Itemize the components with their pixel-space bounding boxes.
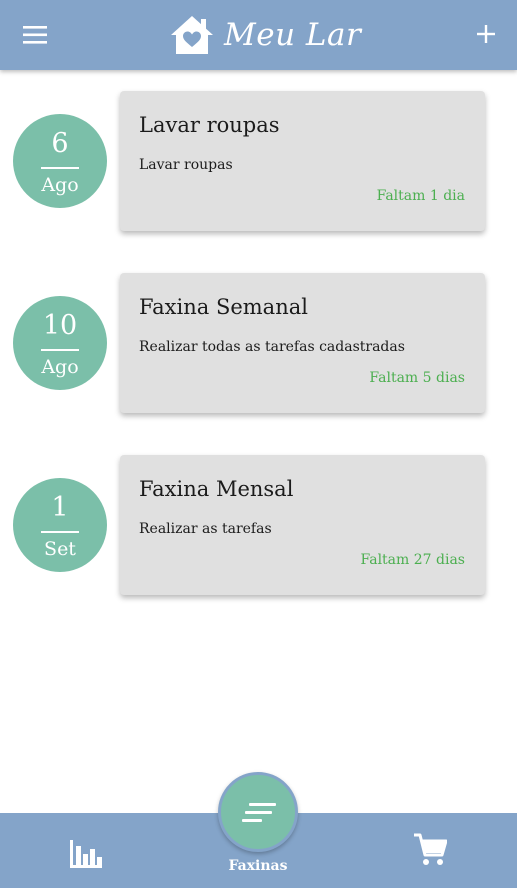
- task-description: Realizar as tarefas: [139, 521, 272, 537]
- faxinas-tab-label[interactable]: Faxinas: [208, 858, 308, 874]
- date-day: 6: [51, 128, 69, 159]
- task-title: Lavar roupas: [139, 113, 280, 137]
- app-title: Meu Lar: [224, 17, 362, 53]
- date-month: Ago: [41, 174, 79, 196]
- faxinas-tab-button[interactable]: [218, 772, 298, 852]
- shopping-cart-icon[interactable]: [413, 833, 448, 867]
- task-description: Realizar todas as tarefas cadastradas: [139, 339, 405, 355]
- date-month: Set: [44, 538, 76, 560]
- date-day: 10: [42, 310, 78, 341]
- date-divider: [41, 349, 79, 351]
- menu-icon[interactable]: [22, 24, 48, 46]
- bar-chart-icon[interactable]: [70, 840, 102, 868]
- date-badge: 10 Ago: [13, 296, 107, 390]
- task-card[interactable]: Lavar roupas Lavar roupas Faltam 1 dia: [120, 91, 485, 231]
- app-brand: Meu Lar: [170, 10, 361, 60]
- plus-icon[interactable]: [475, 22, 497, 46]
- task-description: Lavar roupas: [139, 157, 233, 173]
- task-title: Faxina Mensal: [139, 477, 294, 501]
- task-item: 6 Ago Lavar roupas Lavar roupas Faltam 1…: [0, 90, 517, 235]
- house-heart-icon: [171, 16, 213, 54]
- date-divider: [41, 531, 79, 533]
- task-card[interactable]: Faxina Mensal Realizar as tarefas Faltam…: [120, 455, 485, 595]
- date-divider: [41, 167, 79, 169]
- task-due-status: Faltam 27 dias: [360, 552, 465, 568]
- task-card[interactable]: Faxina Semanal Realizar todas as tarefas…: [120, 273, 485, 413]
- notes-icon: [242, 803, 276, 822]
- date-month: Ago: [41, 356, 79, 378]
- date-day: 1: [51, 492, 69, 523]
- task-due-status: Faltam 1 dia: [376, 188, 465, 204]
- date-badge: 6 Ago: [13, 114, 107, 208]
- task-item: 1 Set Faxina Mensal Realizar as tarefas …: [0, 454, 517, 599]
- task-item: 10 Ago Faxina Semanal Realizar todas as …: [0, 272, 517, 417]
- date-badge: 1 Set: [13, 478, 107, 572]
- app-bar: Meu Lar: [0, 0, 517, 70]
- task-due-status: Faltam 5 dias: [369, 370, 465, 386]
- task-title: Faxina Semanal: [139, 295, 308, 319]
